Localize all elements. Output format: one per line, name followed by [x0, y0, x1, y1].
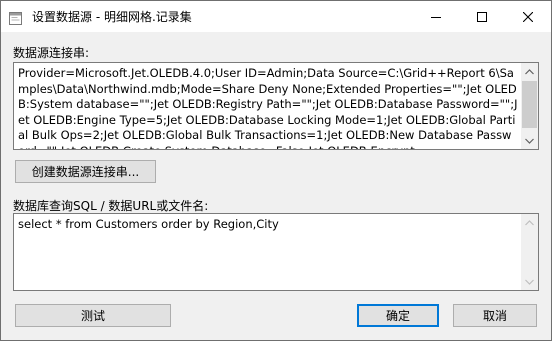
query-label: 数据库查询SQL / 数据URL或文件名:	[13, 199, 209, 213]
query-text[interactable]: select * from Customers order by Region,…	[18, 217, 518, 233]
connection-string-text[interactable]: Provider=Microsoft.Jet.OLEDB.4.0;User ID…	[18, 66, 518, 149]
build-connection-string-button[interactable]: 创建数据源连接串...	[15, 160, 156, 183]
minimize-icon	[431, 7, 441, 26]
window-app-icon	[9, 10, 22, 25]
maximize-icon	[477, 7, 487, 26]
query-scrollbar[interactable]	[521, 214, 538, 290]
scroll-up-arrow-icon[interactable]	[521, 63, 538, 80]
scroll-thumb[interactable]	[522, 81, 537, 128]
minimize-button[interactable]	[413, 1, 459, 32]
scroll-up-arrow-icon[interactable]	[521, 214, 538, 231]
connection-string-label: 数据源连接串:	[13, 46, 90, 60]
window-title: 设置数据源 - 明细网格.记录集	[32, 10, 192, 24]
dialog-window: 设置数据源 - 明细网格.记录集 数据源连接串: Provider=Micros…	[0, 0, 552, 341]
query-textarea[interactable]: select * from Customers order by Region,…	[13, 213, 539, 291]
test-button[interactable]: 测试	[15, 304, 171, 327]
cancel-button[interactable]: 取消	[453, 304, 537, 327]
maximize-button[interactable]	[459, 1, 505, 32]
scroll-down-arrow-icon[interactable]	[521, 273, 538, 290]
ok-button[interactable]: 确定	[357, 304, 439, 327]
connection-scrollbar[interactable]	[521, 63, 538, 149]
scroll-down-arrow-icon[interactable]	[521, 132, 538, 149]
close-button[interactable]	[505, 1, 551, 32]
connection-string-textarea[interactable]: Provider=Microsoft.Jet.OLEDB.4.0;User ID…	[13, 62, 539, 150]
close-icon	[522, 7, 534, 26]
title-bar[interactable]: 设置数据源 - 明细网格.记录集	[1, 1, 551, 32]
